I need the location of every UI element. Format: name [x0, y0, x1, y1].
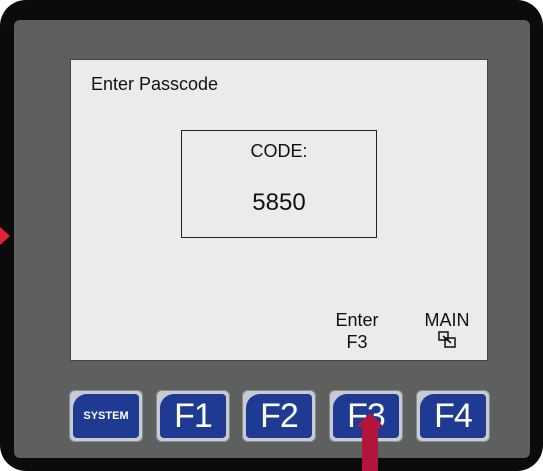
code-value: 5850	[252, 189, 306, 216]
softkey-enter-key: F3	[346, 332, 368, 352]
f4-key-label: F4	[420, 394, 486, 438]
f2-key[interactable]: F2	[242, 390, 316, 442]
softkey-main-text: MAIN	[424, 310, 470, 330]
passcode-field[interactable]: CODE: 5850	[181, 130, 377, 238]
f1-key-label: F1	[160, 394, 226, 438]
system-key[interactable]: SYSTEM	[69, 390, 143, 442]
main-menu-icon	[438, 331, 456, 348]
code-label: CODE:	[250, 141, 308, 161]
f2-key-label: F2	[246, 394, 312, 438]
left-pointer-arrow-icon	[0, 227, 10, 245]
softkey-enter-label: Enter F3	[325, 309, 389, 353]
system-key-label: SYSTEM	[73, 394, 139, 438]
display-screen: Enter Passcode CODE: 5850 Enter F3 MAIN	[70, 59, 488, 361]
f4-key[interactable]: F4	[416, 390, 490, 442]
up-pointer-arrow-shaft	[362, 424, 378, 471]
screen-title: Enter Passcode	[91, 74, 219, 94]
f1-key[interactable]: F1	[156, 390, 230, 442]
softkey-main-label: MAIN	[415, 309, 479, 349]
softkey-enter-text: Enter	[335, 310, 379, 330]
